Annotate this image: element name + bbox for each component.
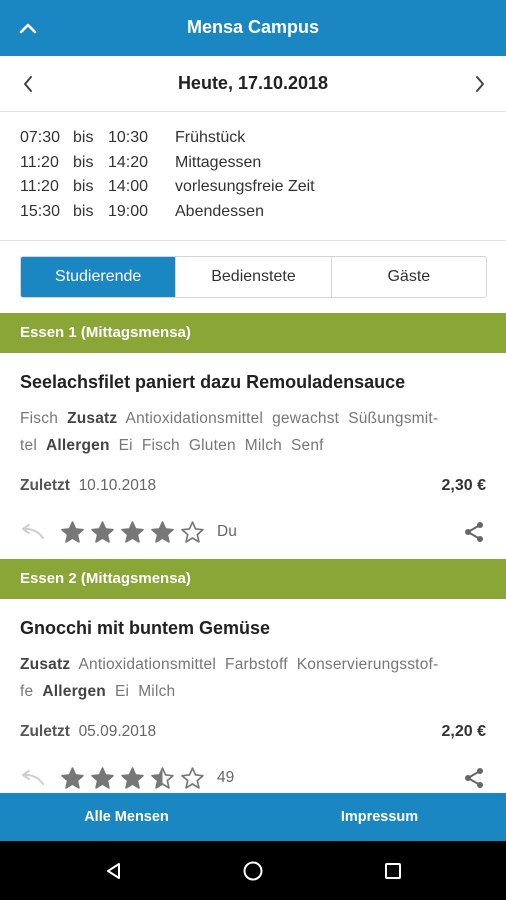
- tags-line: fe Allergen Ei Milch: [20, 678, 486, 705]
- hours-from: 11:20: [20, 178, 59, 196]
- hours-bis: bis: [73, 153, 94, 171]
- meal-price: 2,20 €: [441, 723, 486, 740]
- hours-row: 11:20 bis 14:00 vorlesungsfreie Zeit: [20, 175, 490, 200]
- hours-label: Frühstück: [175, 129, 246, 146]
- app-title: Mensa Campus: [186, 17, 320, 37]
- tag: Milch: [138, 683, 176, 700]
- star-filled-icon[interactable]: [120, 520, 145, 545]
- tag: Fisch: [20, 410, 59, 427]
- share-icon[interactable]: [462, 520, 486, 544]
- chevron-right-icon[interactable]: [466, 70, 494, 98]
- rating-row: 49: [20, 763, 486, 793]
- tags-line: tel Allergen Ei Fisch Gluten Milch Senf: [20, 432, 486, 459]
- date-navigation: Heute, 17.10.2018: [0, 56, 506, 112]
- divider: [0, 240, 506, 241]
- tag: fe: [20, 683, 34, 700]
- rating-row: Du: [20, 517, 486, 547]
- star-rating[interactable]: [60, 520, 205, 545]
- star-filled-icon[interactable]: [120, 766, 145, 791]
- rating-text: 49: [217, 769, 235, 786]
- meal-tags: Fisch Zusatz Antioxidationsmittel gewach…: [20, 405, 486, 459]
- tags-line: Fisch Zusatz Antioxidationsmittel gewach…: [20, 405, 486, 432]
- hours-to: 14:20: [108, 153, 149, 171]
- segment-bedienstete[interactable]: Bedienstete: [176, 257, 332, 297]
- star-filled-icon[interactable]: [90, 766, 115, 791]
- hours-row: 07:30 bis 10:30 Frühstück: [20, 126, 490, 151]
- tag: Ei: [114, 683, 130, 700]
- home-circle-icon[interactable]: [239, 857, 267, 885]
- meal-name: Gnocchi mit buntem Gemüse: [20, 618, 271, 638]
- meal-meta: Zuletzt 10.10.2018 2,30 €: [20, 477, 486, 499]
- star-rating[interactable]: [60, 766, 205, 791]
- star-empty-icon[interactable]: [180, 520, 205, 545]
- current-date: Heute, 17.10.2018: [177, 73, 329, 93]
- meal-meta: Zuletzt 05.09.2018 2,20 €: [20, 723, 486, 745]
- tag-group-label: Allergen: [46, 437, 110, 454]
- hours-bis: bis: [73, 203, 94, 221]
- hours-row: 11:20 bis 14:20 Mittagessen: [20, 151, 490, 176]
- hours-from: 07:30: [20, 129, 61, 146]
- rating-text: Du: [217, 523, 237, 540]
- star-empty-icon[interactable]: [180, 766, 205, 791]
- tag: Ei: [118, 437, 133, 454]
- back-triangle-icon[interactable]: [100, 857, 128, 885]
- hours-to: 14:00: [108, 178, 149, 196]
- tag: Konservierungsstof-: [296, 656, 439, 673]
- star-filled-icon[interactable]: [90, 520, 115, 545]
- undo-icon[interactable]: [20, 767, 48, 789]
- tag-group-label: Allergen: [42, 683, 106, 700]
- bottom-navigation: Alle Mensen Impressum: [0, 793, 506, 841]
- meal-name: Seelachsfilet paniert dazu Remouladensau…: [20, 372, 406, 392]
- opening-hours: 07:30 bis 10:30 Frühstück 11:20 bis 14:2…: [20, 126, 490, 225]
- tag-group-label: Zusatz: [20, 656, 71, 673]
- last-served-date: 10.10.2018: [78, 477, 157, 494]
- recents-square-icon[interactable]: [379, 857, 407, 885]
- hours-label: Abendessen: [175, 203, 264, 221]
- star-half-icon[interactable]: [150, 766, 175, 791]
- hours-from: 11:20: [20, 153, 59, 171]
- undo-icon[interactable]: [20, 521, 48, 543]
- tag: tel: [20, 437, 37, 454]
- tag-group-label: Zusatz: [67, 410, 118, 427]
- hours-to: 10:30: [108, 129, 149, 146]
- imprint-button[interactable]: Impressum: [253, 793, 506, 841]
- tag: Gluten: [188, 437, 236, 454]
- segment-gaeste[interactable]: Gäste: [331, 257, 486, 297]
- tag: Fisch: [141, 437, 180, 454]
- star-filled-icon[interactable]: [60, 520, 85, 545]
- tag: Süßungsmit-: [348, 410, 439, 427]
- star-filled-icon[interactable]: [60, 766, 85, 791]
- share-icon[interactable]: [462, 766, 486, 790]
- meal-tags: Zusatz Antioxidationsmittel Farbstoff Ko…: [20, 651, 486, 705]
- hours-label: Mittagessen: [175, 153, 262, 171]
- tag: Senf: [290, 437, 324, 454]
- hours-label: vorlesungsfreie Zeit: [175, 178, 315, 196]
- meal-price: 2,30 €: [441, 477, 486, 494]
- tag: gewachst: [272, 410, 340, 427]
- segment-studierende[interactable]: Studierende: [21, 257, 177, 297]
- tag: Antioxidationsmittel: [78, 656, 217, 673]
- tag: Antioxidationsmittel: [125, 410, 264, 427]
- last-served-label: Zuletzt: [20, 477, 70, 494]
- hours-bis: bis: [73, 178, 94, 196]
- tags-line: Zusatz Antioxidationsmittel Farbstoff Ko…: [20, 651, 486, 678]
- tag: Farbstoff: [225, 656, 288, 673]
- hours-from: 15:30: [20, 203, 61, 221]
- meal-card[interactable]: Seelachsfilet paniert dazu Remouladensau…: [20, 372, 486, 547]
- hours-row: 15:30 bis 19:00 Abendessen: [20, 200, 490, 225]
- hours-to: 19:00: [108, 203, 149, 221]
- meal-section-header: Essen 1 (Mittagsmensa): [0, 313, 506, 353]
- star-filled-icon[interactable]: [150, 520, 175, 545]
- last-served-label: Zuletzt: [20, 723, 70, 740]
- system-navigation-bar: [0, 841, 506, 900]
- hours-bis: bis: [73, 129, 94, 146]
- price-group-selector: Studierende Bedienstete Gäste: [20, 256, 487, 298]
- last-served-date: 05.09.2018: [78, 723, 157, 740]
- all-canteens-button[interactable]: Alle Mensen: [0, 793, 253, 841]
- app-bar: Mensa Campus: [0, 0, 506, 56]
- tag: Milch: [244, 437, 282, 454]
- meal-card[interactable]: Gnocchi mit buntem Gemüse Zusatz Antioxi…: [20, 618, 486, 793]
- meal-section-header: Essen 2 (Mittagsmensa): [0, 559, 506, 599]
